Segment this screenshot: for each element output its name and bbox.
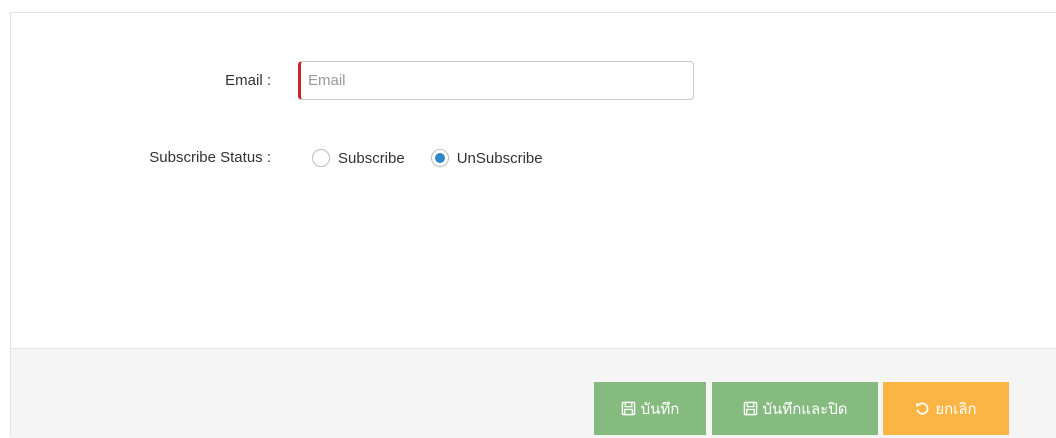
unsubscribe-radio[interactable]: UnSubscribe [430,149,543,167]
form-panel: Email : Subscribe Status : Subscribe UnS… [10,12,1056,438]
subscribe-radio-label: Subscribe [338,149,405,167]
save-and-close-button[interactable]: บันทึกและปิด [712,382,878,435]
subscribe-status-row: Subscribe Status : Subscribe UnSubscribe [11,138,1056,178]
subscribe-radio-button[interactable] [312,149,330,167]
subscribe-radio[interactable]: Subscribe [312,149,405,167]
subscribe-status-label: Subscribe Status : [149,149,271,166]
save-and-close-button-label: บันทึกและปิด [762,400,848,418]
form-footer: บันทึก บันทึกและปิด ยกเลิก [11,348,1056,438]
undo-icon [915,401,930,416]
unsubscribe-radio-button[interactable] [430,149,449,167]
email-input[interactable] [298,61,694,100]
floppy-disk-icon [621,401,636,416]
email-row: Email : [11,61,1056,101]
cancel-button-label: ยกเลิก [935,400,977,418]
save-button[interactable]: บันทึก [594,382,706,435]
cancel-button[interactable]: ยกเลิก [883,382,1009,435]
unsubscribe-radio-label: UnSubscribe [456,149,543,167]
save-button-label: บันทึก [640,400,680,418]
subscribe-status-radio-group: Subscribe UnSubscribe [312,138,569,178]
email-label: Email : [225,72,271,89]
radio-selected-dot [434,153,445,163]
floppy-disk-icon [743,401,758,416]
